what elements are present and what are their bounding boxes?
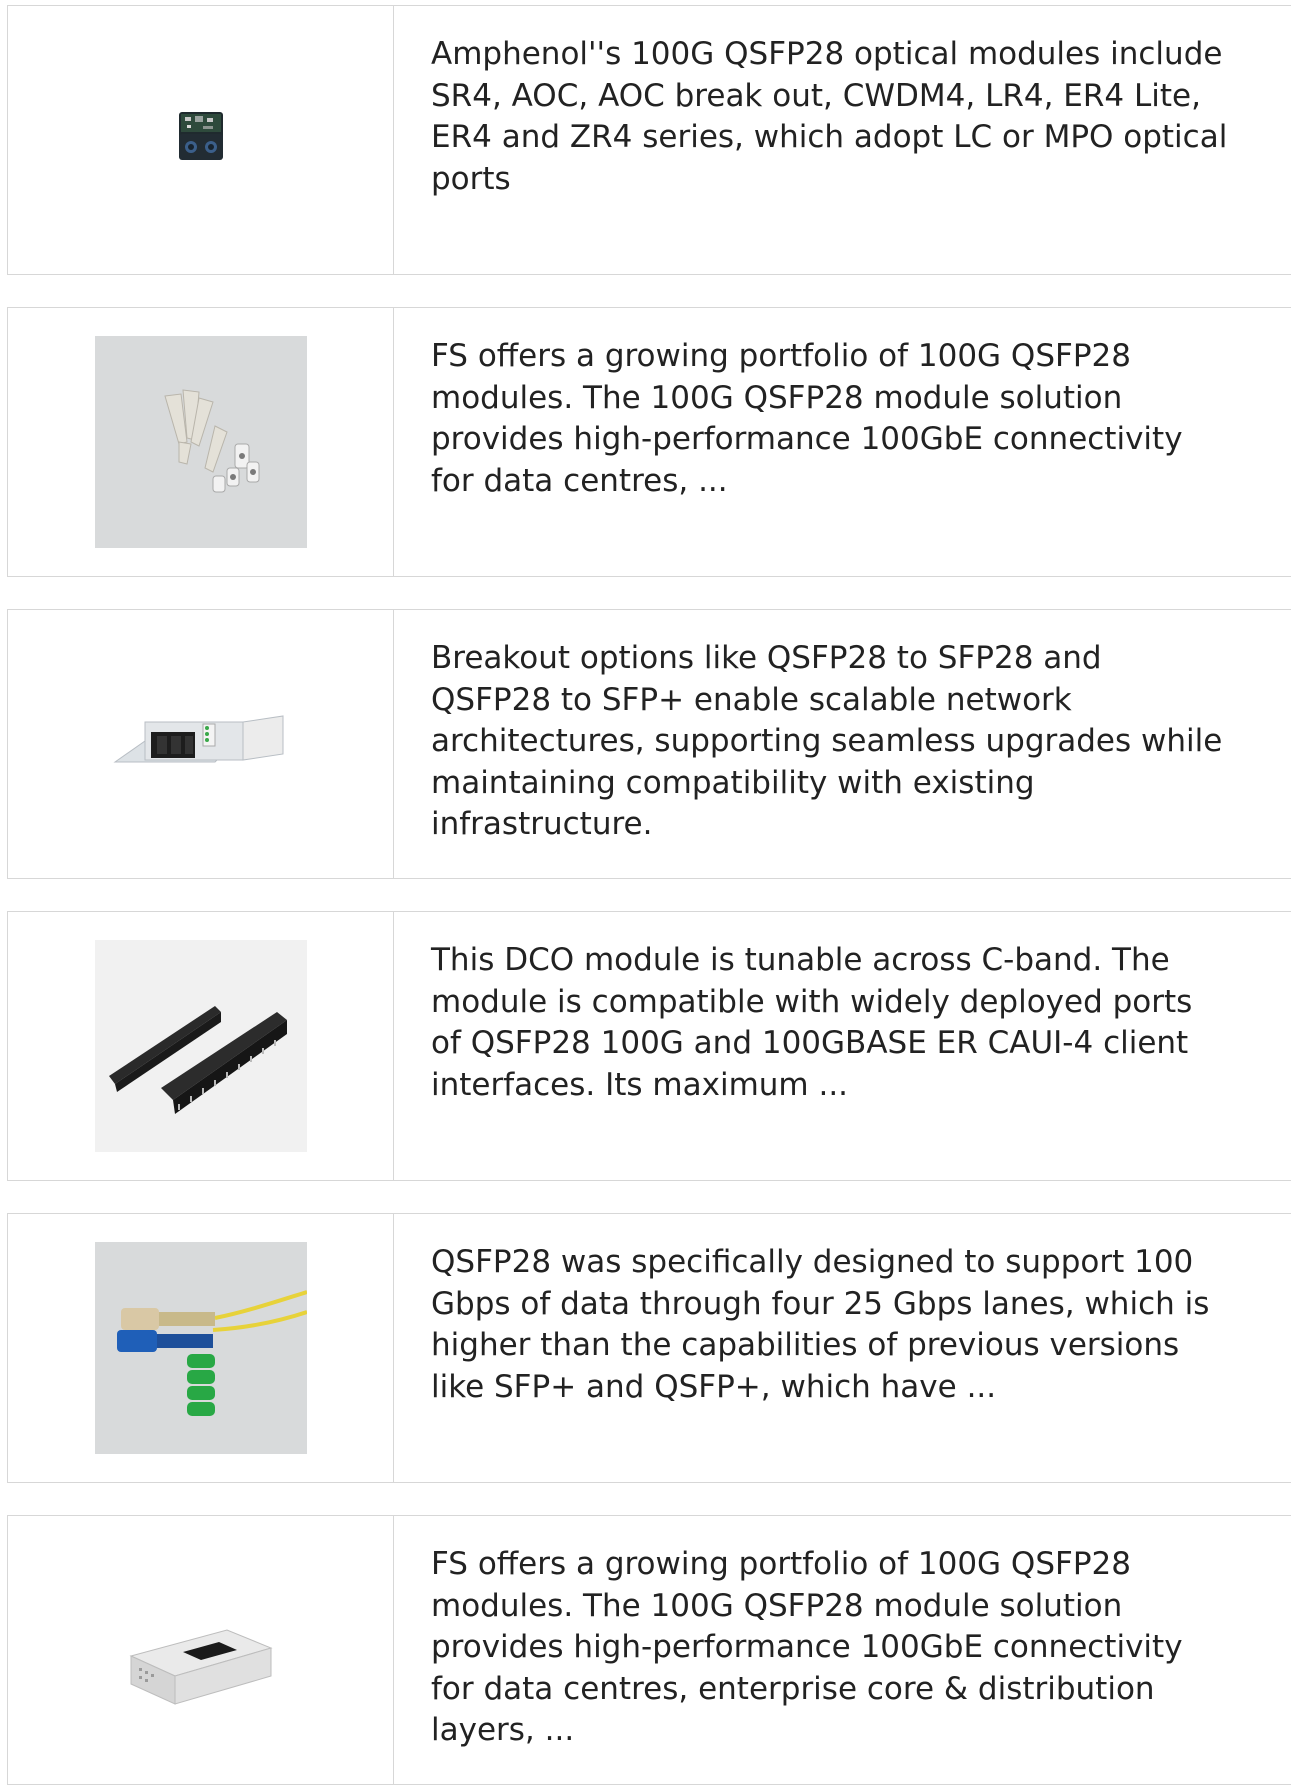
thumbnail-cell	[8, 912, 394, 1180]
distribution-box-icon[interactable]	[94, 638, 307, 850]
result-description[interactable]: FS offers a growing portfolio of 100G QS…	[431, 336, 1270, 502]
result-card[interactable]: Amphenol''s 100G QSFP28 optical modules …	[7, 5, 1291, 275]
thumbnail-cell	[8, 1214, 394, 1482]
description-cell: This DCO module is tunable across C-band…	[394, 912, 1291, 1180]
result-description[interactable]: Breakout options like QSFP28 to SFP28 an…	[431, 638, 1270, 846]
thumbnail-cell	[8, 308, 394, 576]
fiber-boots-icon[interactable]	[94, 336, 307, 548]
thumbnail-cell	[8, 1516, 394, 1784]
sc-patch-cord-icon[interactable]	[94, 1242, 307, 1454]
result-description[interactable]: This DCO module is tunable across C-band…	[431, 940, 1270, 1106]
thumbnail-cell	[8, 610, 394, 878]
description-cell: Breakout options like QSFP28 to SFP28 an…	[394, 610, 1291, 878]
result-card[interactable]: This DCO module is tunable across C-band…	[7, 911, 1291, 1181]
description-cell: Amphenol''s 100G QSFP28 optical modules …	[394, 6, 1291, 274]
result-description[interactable]: Amphenol''s 100G QSFP28 optical modules …	[431, 34, 1270, 200]
result-description[interactable]: FS offers a growing portfolio of 100G QS…	[431, 1544, 1270, 1752]
result-card[interactable]: FS offers a growing portfolio of 100G QS…	[7, 1515, 1291, 1785]
description-cell: QSFP28 was specifically designed to supp…	[394, 1214, 1291, 1482]
description-cell: FS offers a growing portfolio of 100G QS…	[394, 308, 1291, 576]
cable-management-panel-icon[interactable]	[94, 940, 307, 1152]
result-card[interactable]: FS offers a growing portfolio of 100G QS…	[7, 307, 1291, 577]
qsfp28-transceiver-icon[interactable]	[94, 34, 307, 246]
result-description[interactable]: QSFP28 was specifically designed to supp…	[431, 1242, 1270, 1408]
result-card[interactable]: QSFP28 was specifically designed to supp…	[7, 1213, 1291, 1483]
media-converter-icon[interactable]	[94, 1544, 307, 1756]
result-card[interactable]: Breakout options like QSFP28 to SFP28 an…	[7, 609, 1291, 879]
thumbnail-cell	[8, 6, 394, 274]
search-results-list: Amphenol''s 100G QSFP28 optical modules …	[7, 5, 1291, 1785]
description-cell: FS offers a growing portfolio of 100G QS…	[394, 1516, 1291, 1784]
